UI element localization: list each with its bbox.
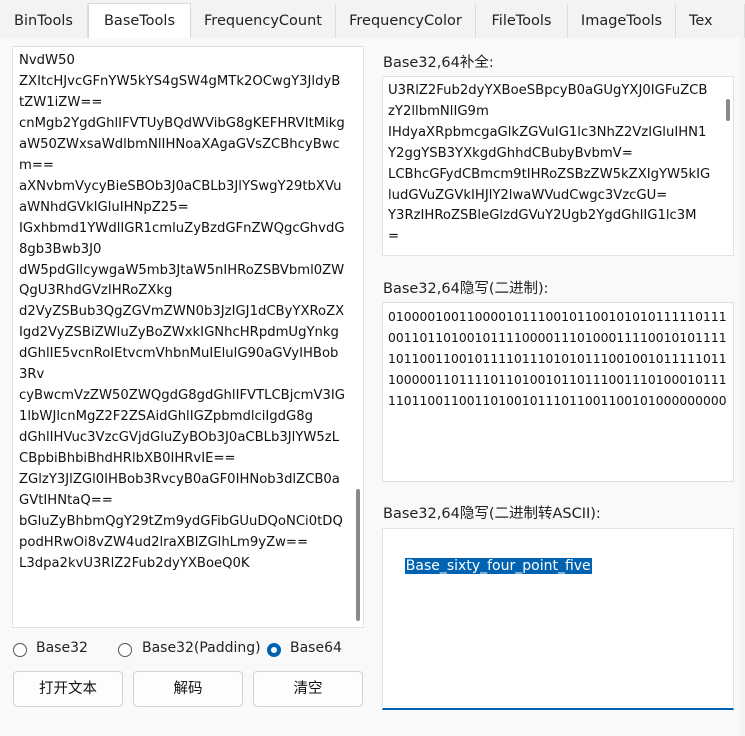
- radio-base32-padding-label: Base32(Padding): [142, 640, 261, 656]
- tab-basetools[interactable]: BaseTools: [88, 3, 191, 39]
- base-input-textarea[interactable]: NvdW50 ZXItcHJvcGFnYW5kYS4gSW4gMTk2OCwgY…: [12, 46, 364, 628]
- tab-bintools[interactable]: BinTools: [0, 4, 88, 38]
- ascii-label: Base32,64隐写(二进制转ASCII):: [383, 506, 601, 522]
- radio-base64[interactable]: [267, 643, 281, 657]
- decode-button[interactable]: 解码: [133, 671, 243, 707]
- tab-frequencycount[interactable]: FrequencyCount: [191, 4, 336, 38]
- tab-filetools[interactable]: FileTools: [476, 4, 568, 38]
- ascii-output[interactable]: Base_sixty_four_point_five: [382, 528, 734, 710]
- input-scrollbar[interactable]: [356, 489, 360, 621]
- radio-base64-label: Base64: [290, 640, 342, 656]
- radio-base32[interactable]: [13, 643, 27, 657]
- tab-imagetools[interactable]: ImageTools: [568, 4, 676, 38]
- open-text-button[interactable]: 打开文本: [13, 671, 123, 707]
- clear-button[interactable]: 清空: [253, 671, 363, 707]
- tab-text[interactable]: Tex: [676, 4, 745, 38]
- base-input-text: NvdW50 ZXItcHJvcGFnYW5kYS4gSW4gMTk2OCwgY…: [19, 53, 346, 571]
- radio-base32-padding[interactable]: [118, 643, 132, 657]
- fill-scrollbar[interactable]: [726, 99, 730, 121]
- binary-output[interactable]: 0100001001100001011100101100101010111110…: [382, 302, 734, 482]
- fill-output[interactable]: U3RlZ2Fub2dyYXBoeSBpcyB0aGUgYXJ0IGFuZCBz…: [382, 76, 734, 256]
- binary-output-text: 0100001001100001011100101100101010111110…: [388, 310, 727, 408]
- radio-base32-label: Base32: [36, 640, 88, 656]
- tab-bar: BinTools BaseTools FrequencyCount Freque…: [0, 0, 745, 39]
- tab-frequencycolor[interactable]: FrequencyColor: [336, 4, 476, 38]
- fill-label: Base32,64补全:: [383, 55, 494, 71]
- fill-output-text: U3RlZ2Fub2dyYXBoeSBpcyB0aGUgYXJ0IGFuZCBz…: [388, 83, 711, 245]
- ascii-output-selection: Base_sixty_four_point_five: [404, 557, 592, 574]
- ascii-output-line: Base_sixty_four_point_five: [388, 535, 712, 599]
- window-edge: [740, 38, 745, 736]
- binary-label: Base32,64隐写(二进制):: [383, 281, 549, 297]
